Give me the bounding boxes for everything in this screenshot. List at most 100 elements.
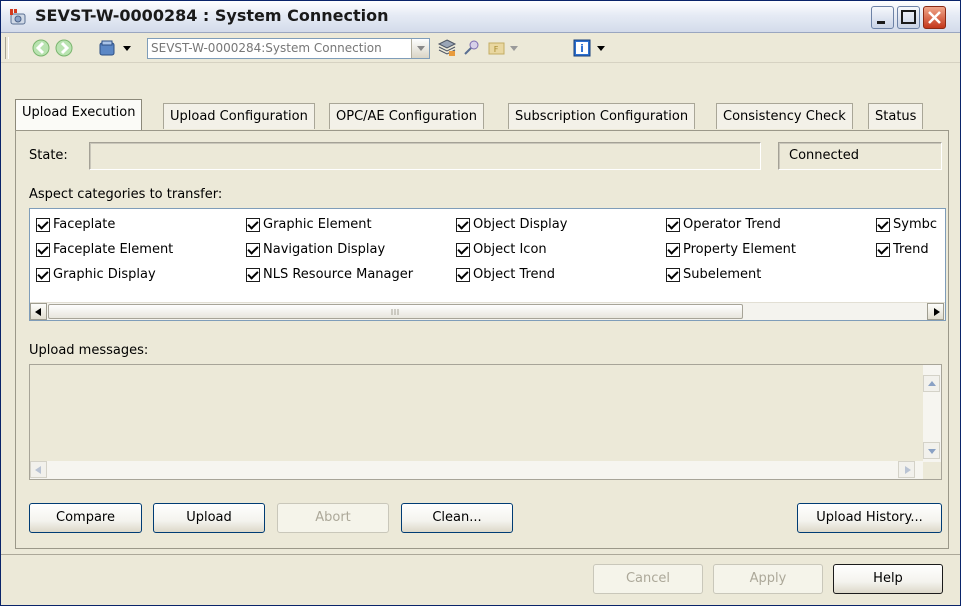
upload-button[interactable]: Upload	[153, 503, 265, 533]
tab-label: Subscription Configuration	[515, 109, 689, 124]
checkbox-checked-icon	[456, 268, 470, 282]
filter-icon[interactable]: F	[487, 38, 507, 58]
toolbar-grip[interactable]	[5, 37, 9, 59]
chevron-down-icon[interactable]	[411, 39, 429, 58]
checkbox-checked-icon	[666, 218, 680, 232]
tab-label: Upload Configuration	[170, 109, 308, 124]
tab-label: OPC/AE Configuration	[336, 109, 477, 124]
filter-dropdown-icon[interactable]	[510, 46, 518, 51]
checkbox-checked-icon	[666, 268, 680, 282]
minimize-button[interactable]	[871, 6, 894, 29]
aspect-list-horizontal-scrollbar[interactable]	[30, 302, 945, 320]
back-arrow-icon[interactable]	[31, 38, 51, 58]
upload-history-button[interactable]: Upload History...	[797, 503, 942, 533]
checkbox-checked-icon	[246, 243, 260, 257]
upload-messages-label: Upload messages:	[29, 343, 149, 358]
checkbox-checked-icon	[246, 268, 260, 282]
checkbox-label: Graphic Display	[53, 267, 156, 282]
tab-consistency-check[interactable]: Consistency Check	[716, 103, 853, 129]
maximize-button[interactable]	[897, 6, 920, 29]
arrow-right-icon	[934, 308, 940, 316]
connection-status-field: Connected	[778, 142, 942, 170]
close-icon	[928, 11, 941, 24]
forward-arrow-icon[interactable]	[54, 38, 74, 58]
info-icon[interactable]: i	[572, 38, 592, 58]
window-title: SEVST-W-0000284 : System Connection	[35, 6, 389, 25]
object-path-combo[interactable]: SEVST-W-0000284:System Connection	[147, 38, 430, 59]
scroll-up-button[interactable]	[923, 375, 940, 392]
checkbox-checked-icon	[246, 218, 260, 232]
abort-button[interactable]: Abort	[277, 503, 389, 533]
scroll-left-button[interactable]	[30, 461, 47, 478]
tab-upload-execution[interactable]: Upload Execution	[15, 99, 143, 130]
compare-button[interactable]: Compare	[29, 503, 142, 533]
stack-icon[interactable]	[437, 38, 457, 58]
scroll-right-button[interactable]	[927, 303, 944, 320]
checkbox-checked-icon	[876, 218, 890, 232]
object-browser-icon[interactable]	[97, 38, 117, 58]
messages-vertical-scrollbar[interactable]	[923, 365, 941, 462]
checkbox-checked-icon	[36, 268, 50, 282]
toolbar: SEVST-W-0000284:System Connection F i	[1, 33, 960, 63]
object-browser-dropdown-icon[interactable]	[123, 46, 131, 51]
pin-icon[interactable]	[461, 38, 481, 58]
tab-subscription-configuration[interactable]: Subscription Configuration	[508, 103, 696, 129]
checkbox-checked-icon	[876, 243, 890, 257]
apply-button[interactable]: Apply	[713, 564, 823, 594]
scroll-left-button[interactable]	[30, 303, 47, 320]
arrow-left-icon	[35, 308, 41, 316]
messages-horizontal-scrollbar[interactable]	[30, 461, 923, 479]
checkbox-label: Faceplate Element	[53, 242, 174, 257]
checkbox-label: Navigation Display	[263, 242, 386, 257]
aspect-categories-list: Faceplate Faceplate Element Graphic Disp…	[29, 208, 946, 321]
checkbox-label: Object Icon	[473, 242, 547, 257]
checkbox-label: Symbc	[893, 217, 938, 232]
system-connection-window: SEVST-W-0000284 : System Connection SEVS…	[0, 0, 961, 606]
arrow-up-icon	[928, 381, 936, 386]
object-path-value: SEVST-W-0000284:System Connection	[151, 41, 382, 55]
checkbox-label: Operator Trend	[683, 217, 781, 232]
tab-status[interactable]: Status	[868, 103, 924, 129]
aspect-categories-label: Aspect categories to transfer:	[29, 187, 223, 202]
connection-status: Connected	[789, 148, 860, 163]
tab-label: Consistency Check	[723, 109, 846, 124]
cancel-button[interactable]: Cancel	[593, 564, 703, 594]
checkbox-label: Trend	[893, 242, 929, 257]
maximize-icon	[901, 10, 916, 24]
title-bar[interactable]: SEVST-W-0000284 : System Connection	[1, 1, 960, 33]
arrow-left-icon	[35, 466, 41, 474]
state-field	[89, 142, 761, 170]
close-button[interactable]	[923, 6, 946, 29]
checkbox-label: Graphic Element	[263, 217, 372, 232]
tab-upload-configuration[interactable]: Upload Configuration	[163, 103, 315, 129]
arrow-right-icon	[905, 466, 911, 474]
checkbox-checked-icon	[666, 243, 680, 257]
svg-text:F: F	[494, 45, 499, 54]
scroll-thumb[interactable]	[48, 304, 743, 319]
grip-icon	[391, 309, 399, 315]
arrow-down-icon	[928, 449, 936, 454]
tab-opc-ae-configuration[interactable]: OPC/AE Configuration	[329, 103, 484, 129]
minimize-icon	[877, 21, 885, 24]
tab-label: Status	[875, 109, 917, 124]
scroll-down-button[interactable]	[923, 442, 940, 459]
checkbox-checked-icon	[36, 218, 50, 232]
checkbox-checked-icon	[456, 218, 470, 232]
dialog-button-bar: Cancel Apply Help	[1, 554, 960, 605]
scroll-right-button[interactable]	[898, 461, 915, 478]
checkbox-label: NLS Resource Manager	[263, 267, 414, 282]
checkbox-label: Subelement	[683, 267, 762, 282]
help-button[interactable]: Help	[833, 564, 943, 594]
checkbox-label: Object Trend	[473, 267, 556, 282]
checkbox-checked-icon	[456, 243, 470, 257]
checkbox-label: Faceplate	[53, 217, 116, 232]
upload-messages-area[interactable]	[29, 364, 942, 480]
state-label: State:	[29, 148, 68, 163]
system-connection-icon	[10, 9, 26, 25]
svg-text:i: i	[580, 42, 584, 55]
tab-label: Upload Execution	[22, 105, 136, 120]
clean-button[interactable]: Clean...	[401, 503, 513, 533]
info-dropdown-icon[interactable]	[597, 46, 605, 51]
checkbox-label: Object Display	[473, 217, 568, 232]
checkbox-label: Property Element	[683, 242, 796, 257]
